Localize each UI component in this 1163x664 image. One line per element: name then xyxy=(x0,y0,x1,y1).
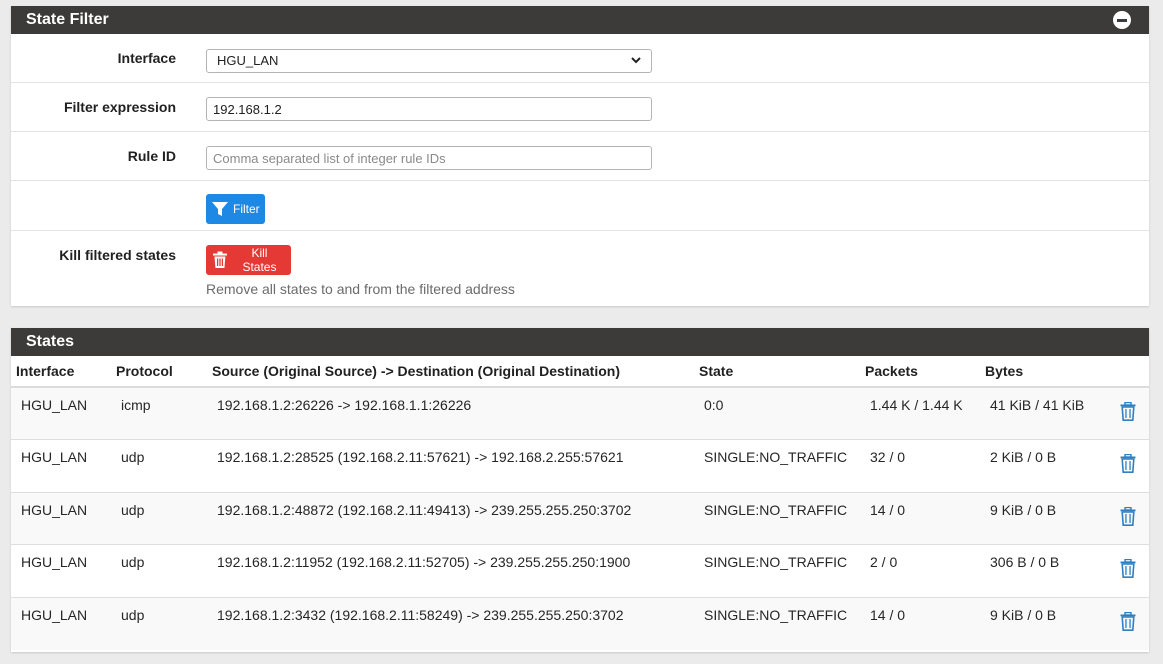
delete-state-button[interactable] xyxy=(1120,558,1136,581)
row-bytes: 9 KiB / 0 B xyxy=(980,596,1106,650)
trash-icon xyxy=(1120,401,1135,421)
row-state: SINGLE:NO_TRAFFIC xyxy=(694,596,860,650)
row-actions xyxy=(1106,386,1149,440)
row-connection: 192.168.1.2:48872 (192.168.2.11:49413) -… xyxy=(207,491,694,545)
filter-button-label: Filter xyxy=(233,202,260,216)
interface-select[interactable]: HGU_LAN xyxy=(206,49,652,73)
delete-state-button[interactable] xyxy=(1120,453,1136,476)
row-bytes: 41 KiB / 41 KiB xyxy=(980,386,1106,440)
states-heading: States xyxy=(11,328,1149,356)
row-connection: 192.168.1.2:11952 (192.168.2.11:52705) -… xyxy=(207,544,694,597)
states-table-header: Interface Protocol Source (Original Sour… xyxy=(11,356,1149,388)
row-bytes: 2 KiB / 0 B xyxy=(980,439,1106,492)
interface-row: Interface HGU_LAN xyxy=(11,34,1149,83)
rule-id-input[interactable] xyxy=(206,146,652,170)
row-state: SINGLE:NO_TRAFFIC xyxy=(694,439,860,492)
row-packets: 2 / 0 xyxy=(860,544,980,597)
column-header-bytes: Bytes xyxy=(980,356,1106,388)
rule-id-label: Rule ID xyxy=(127,148,176,164)
filter-button-row: Filter xyxy=(11,181,1149,231)
row-interface: HGU_LAN xyxy=(11,386,111,440)
row-state: 0:0 xyxy=(694,386,860,440)
row-protocol: udp xyxy=(111,544,207,597)
row-connection: 192.168.1.2:28525 (192.168.2.11:57621) -… xyxy=(207,439,694,492)
row-actions xyxy=(1106,544,1149,597)
table-row: HGU_LAN udp 192.168.1.2:11952 (192.168.2… xyxy=(11,544,1149,597)
column-header-actions xyxy=(1106,356,1149,388)
state-filter-heading: State Filter xyxy=(11,6,1149,34)
row-connection: 192.168.1.2:26226 -> 192.168.1.1:26226 xyxy=(207,386,694,440)
column-header-connection: Source (Original Source) -> Destination … xyxy=(207,356,694,388)
row-packets: 1.44 K / 1.44 K xyxy=(860,386,980,440)
column-header-state: State xyxy=(694,356,860,388)
row-protocol: icmp xyxy=(111,386,207,440)
table-row: HGU_LAN udp 192.168.1.2:48872 (192.168.2… xyxy=(11,491,1149,545)
interface-select-value: HGU_LAN xyxy=(217,53,279,68)
row-actions xyxy=(1106,439,1149,492)
kill-states-button-label: Kill States xyxy=(242,246,277,274)
state-filter-panel: State Filter Interface HGU_LAN Filter ex… xyxy=(11,6,1149,306)
filter-expression-input[interactable] xyxy=(206,97,652,121)
row-bytes: 306 B / 0 B xyxy=(980,544,1106,597)
column-header-interface: Interface xyxy=(11,356,111,388)
kill-filtered-states-label: Kill filtered states xyxy=(59,247,176,263)
row-protocol: udp xyxy=(111,596,207,650)
table-row: HGU_LAN udp 192.168.1.2:3432 (192.168.2.… xyxy=(11,596,1149,650)
row-state: SINGLE:NO_TRAFFIC xyxy=(694,544,860,597)
row-protocol: udp xyxy=(111,439,207,492)
row-state: SINGLE:NO_TRAFFIC xyxy=(694,491,860,545)
kill-states-button[interactable]: Kill States xyxy=(206,245,291,275)
kill-states-row: Kill filtered states Kill States Remove … xyxy=(11,231,1149,305)
funnel-icon xyxy=(212,202,228,216)
delete-state-button[interactable] xyxy=(1120,611,1136,634)
kill-states-help-text: Remove all states to and from the filter… xyxy=(206,281,515,297)
delete-state-button[interactable] xyxy=(1120,401,1136,424)
row-interface: HGU_LAN xyxy=(11,596,111,650)
row-interface: HGU_LAN xyxy=(11,439,111,492)
rule-id-row: Rule ID xyxy=(11,132,1149,181)
trash-icon xyxy=(1120,453,1135,473)
minus-circle-icon[interactable] xyxy=(1113,11,1131,29)
column-header-protocol: Protocol xyxy=(111,356,207,388)
trash-icon xyxy=(1120,558,1135,578)
column-header-packets: Packets xyxy=(860,356,980,388)
filter-expression-label: Filter expression xyxy=(63,99,176,115)
states-table: Interface Protocol Source (Original Sour… xyxy=(11,356,1149,650)
trash-icon xyxy=(212,251,227,268)
states-panel: States Interface Protocol Source (Origin… xyxy=(11,328,1149,652)
row-interface: HGU_LAN xyxy=(11,544,111,597)
table-row: HGU_LAN udp 192.168.1.2:28525 (192.168.2… xyxy=(11,439,1149,492)
state-filter-title: State Filter xyxy=(26,11,109,28)
states-title: States xyxy=(26,333,75,350)
filter-expression-row: Filter expression xyxy=(11,83,1149,132)
table-row: HGU_LAN icmp 192.168.1.2:26226 -> 192.16… xyxy=(11,386,1149,440)
trash-icon xyxy=(1120,611,1135,631)
trash-icon xyxy=(1120,506,1135,526)
row-actions xyxy=(1106,491,1149,545)
interface-label: Interface xyxy=(117,50,176,66)
row-connection: 192.168.1.2:3432 (192.168.2.11:58249) ->… xyxy=(207,596,694,650)
delete-state-button[interactable] xyxy=(1120,506,1136,529)
row-packets: 32 / 0 xyxy=(860,439,980,492)
row-bytes: 9 KiB / 0 B xyxy=(980,491,1106,545)
row-protocol: udp xyxy=(111,491,207,545)
row-interface: HGU_LAN xyxy=(11,491,111,545)
chevron-down-icon xyxy=(631,57,641,64)
row-packets: 14 / 0 xyxy=(860,596,980,650)
row-packets: 14 / 0 xyxy=(860,491,980,545)
filter-button[interactable]: Filter xyxy=(206,194,265,224)
row-actions xyxy=(1106,596,1149,650)
